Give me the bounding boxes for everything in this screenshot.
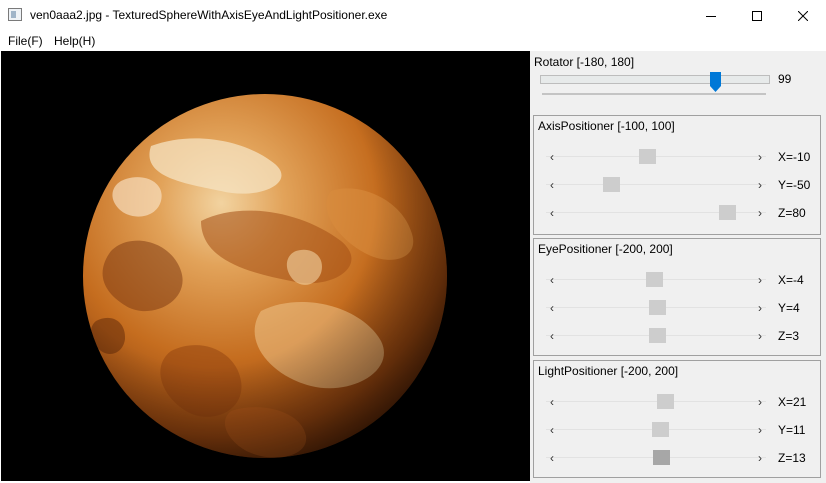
light-x-row: ‹ › X=21 — [546, 392, 818, 412]
eye-y-row: ‹ › Y=4 — [546, 298, 818, 318]
scroll-left-arrow-icon[interactable]: ‹ — [546, 300, 558, 316]
light-positioner-title: LightPositioner [-200, 200] — [538, 364, 679, 378]
scroll-right-arrow-icon[interactable]: › — [754, 450, 766, 466]
eye-x-row: ‹ › X=-4 — [546, 270, 818, 290]
scroll-left-arrow-icon[interactable]: ‹ — [546, 450, 558, 466]
axis-positioner-group: AxisPositioner [-100, 100] ‹ › X=-10 ‹ ›… — [533, 115, 821, 235]
scroll-right-arrow-icon[interactable]: › — [754, 205, 766, 221]
axis-x-value: X=-10 — [778, 150, 811, 164]
scroll-right-arrow-icon[interactable]: › — [754, 394, 766, 410]
scroll-left-arrow-icon[interactable]: ‹ — [546, 328, 558, 344]
eye-y-thumb[interactable] — [649, 300, 667, 315]
maximize-icon — [752, 10, 762, 21]
rotator-slider-thumb[interactable] — [710, 72, 722, 92]
light-positioner-group: LightPositioner [-200, 200] ‹ › X=21 ‹ ›… — [533, 360, 821, 478]
scroll-right-arrow-icon[interactable]: › — [754, 422, 766, 438]
eye-z-value: Z=3 — [778, 329, 800, 343]
eye-x-thumb[interactable] — [645, 272, 663, 287]
scroll-right-arrow-icon[interactable]: › — [754, 328, 766, 344]
light-z-scrollbar[interactable]: ‹ › — [546, 448, 766, 468]
axis-y-row: ‹ › Y=-50 — [546, 175, 818, 195]
axis-y-value: Y=-50 — [778, 178, 811, 192]
axis-z-value: Z=80 — [778, 206, 806, 220]
control-panel: Rotator [-180, 180] 99 AxisPositioner [-… — [530, 51, 826, 483]
scroll-right-arrow-icon[interactable]: › — [754, 177, 766, 193]
eye-z-scrollbar[interactable]: ‹ › — [546, 326, 766, 346]
minimize-button[interactable] — [688, 0, 734, 31]
light-y-thumb[interactable] — [652, 422, 670, 437]
rotator-track[interactable] — [540, 75, 770, 84]
eye-x-value: X=-4 — [778, 273, 804, 287]
scroll-left-arrow-icon[interactable]: ‹ — [546, 149, 558, 165]
scroll-left-arrow-icon[interactable]: ‹ — [546, 205, 558, 221]
axis-x-row: ‹ › X=-10 — [546, 147, 818, 167]
light-z-row: ‹ › Z=13 — [546, 448, 818, 468]
light-z-thumb[interactable] — [653, 450, 671, 465]
light-y-row: ‹ › Y=11 — [546, 420, 818, 440]
axis-x-scrollbar[interactable]: ‹ › — [546, 147, 766, 167]
window-title: ven0aaa2.jpg - TexturedSphereWithAxisEye… — [30, 8, 388, 22]
eye-positioner-group: EyePositioner [-200, 200] ‹ › X=-4 ‹ › Y… — [533, 238, 821, 356]
light-x-thumb[interactable] — [656, 394, 674, 409]
scroll-left-arrow-icon[interactable]: ‹ — [546, 394, 558, 410]
close-icon — [798, 10, 808, 21]
eye-z-row: ‹ › Z=3 — [546, 326, 818, 346]
light-x-scrollbar[interactable]: ‹ › — [546, 392, 766, 412]
close-button[interactable] — [780, 0, 826, 31]
menu-help[interactable]: Help(H) — [54, 34, 95, 48]
menu-bar: File(F) Help(H) — [0, 31, 826, 51]
eye-y-scrollbar[interactable]: ‹ › — [546, 298, 766, 318]
light-y-scrollbar[interactable]: ‹ › — [546, 420, 766, 440]
title-bar: ven0aaa2.jpg - TexturedSphereWithAxisEye… — [0, 0, 826, 31]
textured-sphere — [83, 94, 447, 458]
menu-file[interactable]: File(F) — [8, 34, 43, 48]
scroll-right-arrow-icon[interactable]: › — [754, 149, 766, 165]
scroll-right-arrow-icon[interactable]: › — [754, 272, 766, 288]
light-x-value: X=21 — [778, 395, 807, 409]
minimize-icon — [706, 15, 716, 17]
axis-y-thumb[interactable] — [602, 177, 620, 192]
axis-y-scrollbar[interactable]: ‹ › — [546, 175, 766, 195]
scroll-right-arrow-icon[interactable]: › — [754, 300, 766, 316]
axis-positioner-title: AxisPositioner [-100, 100] — [538, 119, 675, 133]
scroll-left-arrow-icon[interactable]: ‹ — [546, 177, 558, 193]
eye-y-value: Y=4 — [778, 301, 800, 315]
scroll-left-arrow-icon[interactable]: ‹ — [546, 422, 558, 438]
eye-z-thumb[interactable] — [648, 328, 666, 343]
light-z-value: Z=13 — [778, 451, 806, 465]
rotator-value: 99 — [778, 72, 792, 86]
rotator-title: Rotator [-180, 180] — [534, 55, 635, 69]
axis-z-scrollbar[interactable]: ‹ › — [546, 203, 766, 223]
render-canvas[interactable] — [1, 51, 530, 481]
axis-x-thumb[interactable] — [638, 149, 656, 164]
maximize-button[interactable] — [734, 0, 780, 31]
eye-positioner-title: EyePositioner [-200, 200] — [538, 242, 673, 256]
rotator-tick-line — [542, 93, 766, 95]
scroll-left-arrow-icon[interactable]: ‹ — [546, 272, 558, 288]
light-y-value: Y=11 — [778, 423, 806, 437]
app-icon — [8, 8, 22, 21]
eye-x-scrollbar[interactable]: ‹ › — [546, 270, 766, 290]
axis-z-thumb[interactable] — [719, 205, 737, 220]
axis-z-row: ‹ › Z=80 — [546, 203, 818, 223]
